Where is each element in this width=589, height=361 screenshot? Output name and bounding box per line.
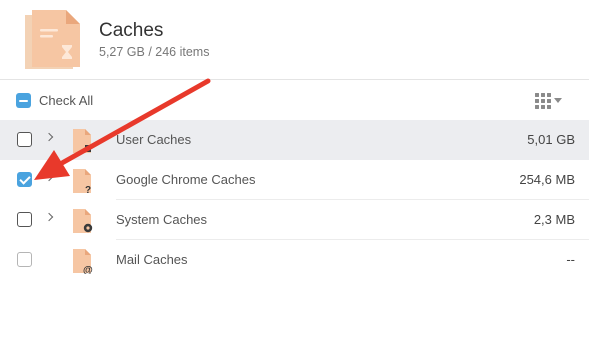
file-at-icon: @ [73, 249, 93, 274]
file-gear-icon [73, 209, 93, 233]
chevron-right-icon[interactable] [44, 212, 54, 222]
chevron-down-icon [554, 98, 562, 103]
row-size: 5,01 GB [527, 132, 575, 147]
svg-text:@: @ [83, 265, 93, 274]
summary-size-count: 5,27 GB / 246 items [99, 45, 210, 59]
row-checkbox[interactable] [17, 212, 32, 227]
row-size: 2,3 MB [533, 212, 575, 227]
row-size: 254,6 MB [519, 172, 575, 187]
check-all-toggle[interactable]: Check All [16, 93, 93, 108]
row-size: -- [566, 252, 575, 267]
row-name: System Caches [116, 212, 208, 227]
row-checkbox-checked[interactable] [17, 172, 32, 187]
document-hourglass-icon [25, 10, 80, 69]
category-header: Caches 5,27 GB / 246 items [0, 0, 589, 80]
list-item-mail-caches[interactable]: @ Mail Caches -- [0, 240, 589, 280]
list-item-user-caches[interactable]: User Caches 5,01 GB [0, 120, 589, 160]
check-all-mixed-checkbox[interactable] [16, 93, 31, 108]
check-all-label: Check All [39, 93, 94, 108]
grid-view-icon [535, 93, 551, 109]
row-name: Google Chrome Caches [116, 172, 256, 187]
row-checkbox-disabled[interactable] [17, 252, 32, 267]
row-name: Mail Caches [116, 252, 188, 267]
list-item-google-chrome-caches[interactable]: ? Google Chrome Caches 254,6 MB [0, 160, 589, 200]
list-item-system-caches[interactable]: System Caches 2,3 MB [0, 200, 589, 240]
svg-text:?: ? [85, 185, 91, 194]
chevron-right-icon[interactable] [44, 132, 54, 142]
chevron-right-icon[interactable] [44, 172, 54, 182]
file-question-icon: ? [73, 169, 91, 194]
row-name: User Caches [116, 132, 192, 147]
row-checkbox[interactable] [17, 132, 32, 147]
page-title: Caches [99, 20, 164, 41]
view-options-button[interactable] [535, 93, 567, 109]
file-icon [73, 129, 91, 153]
